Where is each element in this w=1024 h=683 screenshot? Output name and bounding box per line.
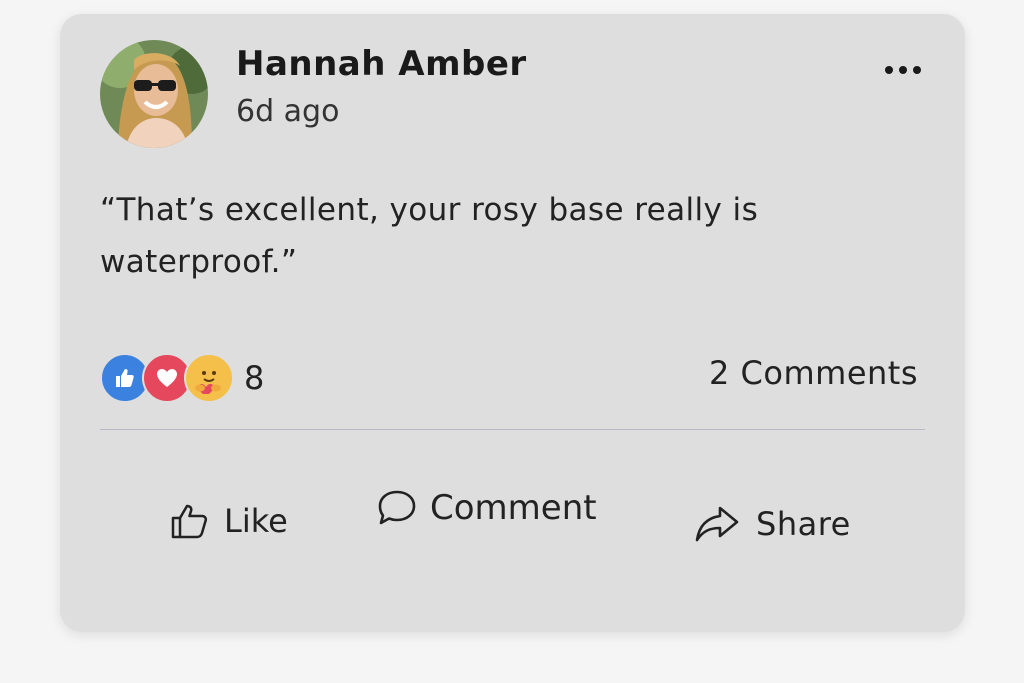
- speech-bubble-icon: [378, 490, 416, 525]
- comments-count-link[interactable]: 2 Comments: [709, 354, 918, 392]
- more-options-button[interactable]: [881, 58, 925, 82]
- comment-button[interactable]: Comment: [376, 476, 636, 540]
- like-button[interactable]: Like: [170, 502, 288, 540]
- share-arrow-icon: [695, 506, 739, 542]
- more-horizontal-icon: [885, 66, 921, 74]
- reactions-summary[interactable]: 8: [100, 353, 265, 403]
- post-text: “That’s excellent, your rosy base really…: [100, 192, 759, 280]
- care-reaction-icon: [184, 353, 234, 403]
- post-card: Hannah Amber 6d ago “That’s excellent, y…: [60, 14, 965, 632]
- author-name[interactable]: Hannah Amber: [236, 44, 527, 84]
- share-button[interactable]: Share: [694, 504, 851, 544]
- share-label: Share: [756, 505, 851, 543]
- divider: [100, 429, 925, 430]
- avatar[interactable]: [100, 40, 208, 148]
- reaction-count: 8: [244, 359, 265, 397]
- comment-label: Comment: [430, 488, 597, 528]
- thumbs-up-icon: [171, 504, 208, 539]
- post-timestamp: 6d ago: [236, 94, 340, 129]
- like-label: Like: [224, 502, 288, 540]
